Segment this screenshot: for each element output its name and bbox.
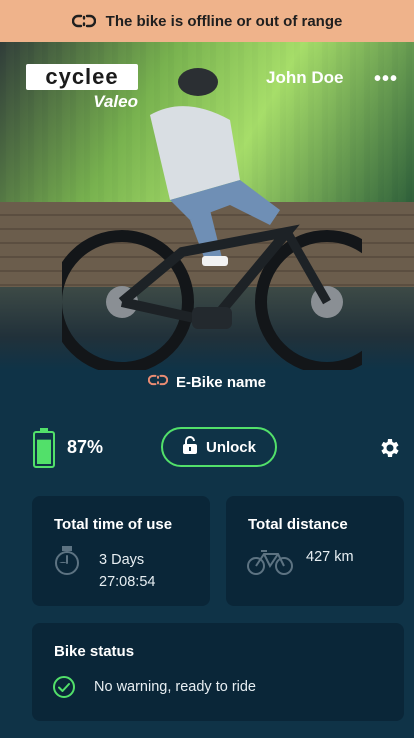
link-broken-icon	[71, 9, 96, 33]
cyclee-valeo-logo: cyclee Valeo	[26, 64, 138, 112]
stopwatch-icon	[54, 546, 80, 581]
total-time-value: 3 Days 27:08:54	[99, 549, 155, 593]
total-time-title: Total time of use	[54, 516, 173, 533]
logo-brand: cyclee	[26, 64, 138, 90]
offline-banner: The bike is offline or out of range	[0, 0, 414, 42]
bike-status-title: Bike status	[54, 643, 135, 660]
user-name[interactable]: John Doe	[266, 68, 343, 88]
check-circle-icon	[52, 675, 76, 704]
more-menu-button[interactable]: •••	[374, 68, 398, 91]
gear-icon[interactable]	[377, 436, 401, 465]
bike-name-row[interactable]: E-Bike name	[0, 370, 414, 394]
status-row: 87% Unlock	[0, 424, 414, 472]
total-time-clock: 27:08:54	[99, 574, 156, 590]
bike-status-card: Bike status No warning, ready to ride	[32, 623, 404, 721]
bike-status-message: No warning, ready to ride	[94, 679, 256, 695]
bike-name: E-Bike name	[175, 373, 267, 391]
e-bike-illustration	[62, 224, 362, 370]
battery-percent: 87%	[67, 437, 104, 457]
total-time-card: Total time of use 3 Days 27:08:54	[32, 496, 210, 606]
battery-icon	[33, 428, 55, 473]
offline-banner-text: The bike is offline or out of range	[105, 12, 343, 30]
padlock-icon	[182, 436, 198, 458]
unlock-button[interactable]: Unlock	[161, 427, 277, 467]
link-broken-icon	[147, 370, 169, 394]
total-distance-card: Total distance 427 km	[226, 496, 404, 606]
total-time-days: 3 Days	[99, 552, 145, 568]
total-distance-title: Total distance	[248, 516, 348, 533]
unlock-label: Unlock	[205, 438, 256, 456]
bike-icon	[246, 548, 294, 581]
logo-sub: Valeo	[93, 92, 138, 111]
total-distance-value: 427 km	[306, 549, 354, 565]
